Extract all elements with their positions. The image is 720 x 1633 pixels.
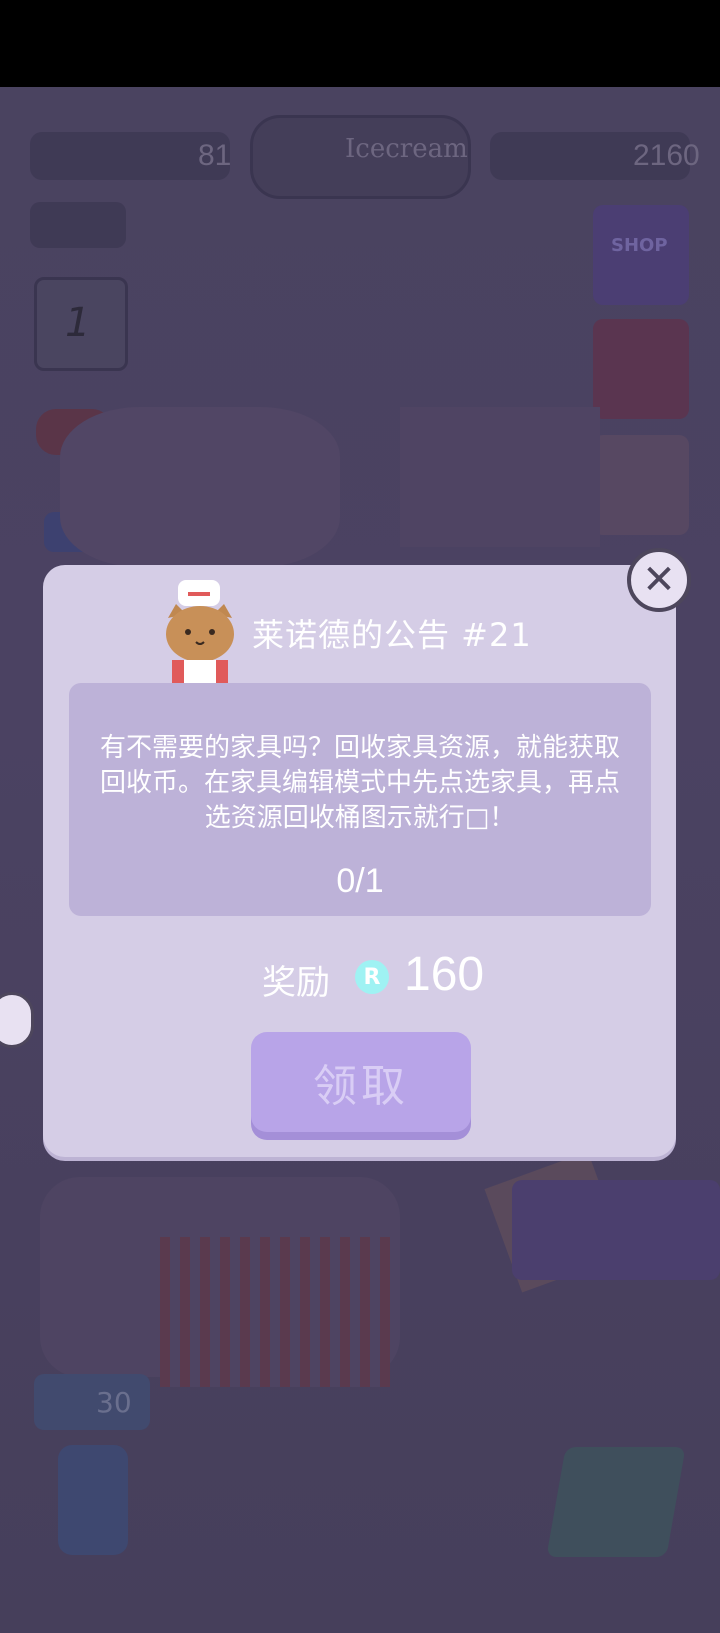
outfit-button[interactable] — [593, 435, 689, 535]
gift-chest-button[interactable] — [593, 319, 689, 419]
shop-button[interactable]: SHOP — [593, 205, 689, 305]
dialog-title: 莱诺德的公告 #21 — [252, 616, 532, 654]
reward-label: 奖励 — [262, 963, 330, 1003]
floor-area — [60, 407, 340, 567]
jar-icon[interactable] — [58, 1445, 128, 1555]
table-area — [400, 407, 600, 547]
message-text: 有不需要的家具吗？回收家具资源，就能获取回收币。在家具编辑模式中先点选家具，再点… — [100, 733, 621, 833]
shop-cart-icon: SHOP — [611, 235, 668, 256]
close-icon: ✕ — [642, 557, 676, 603]
right-panel-button[interactable] — [512, 1180, 720, 1280]
calendar-icon[interactable]: 1 — [34, 277, 128, 371]
shop-name: Icecream — [345, 134, 468, 164]
fence — [160, 1237, 390, 1387]
close-button[interactable]: ✕ — [627, 548, 691, 612]
chat-bubble-button[interactable] — [0, 992, 34, 1048]
status-bar — [0, 0, 720, 87]
claim-button[interactable]: 领取 — [251, 1032, 471, 1132]
reward-amount: 160 — [404, 948, 485, 1001]
chef-cat-avatar — [166, 580, 234, 684]
map-pin-icon[interactable] — [546, 1447, 686, 1557]
level-value: 81 — [198, 139, 232, 172]
dropdown-toggle-button[interactable] — [30, 202, 126, 248]
claim-button-label: 领取 — [313, 1061, 409, 1112]
coin-value: 2160 — [633, 139, 700, 172]
recycle-coin-icon: R — [355, 960, 389, 994]
progress-text: 0/1 — [336, 862, 384, 900]
counter-badge: 30 — [34, 1374, 150, 1430]
